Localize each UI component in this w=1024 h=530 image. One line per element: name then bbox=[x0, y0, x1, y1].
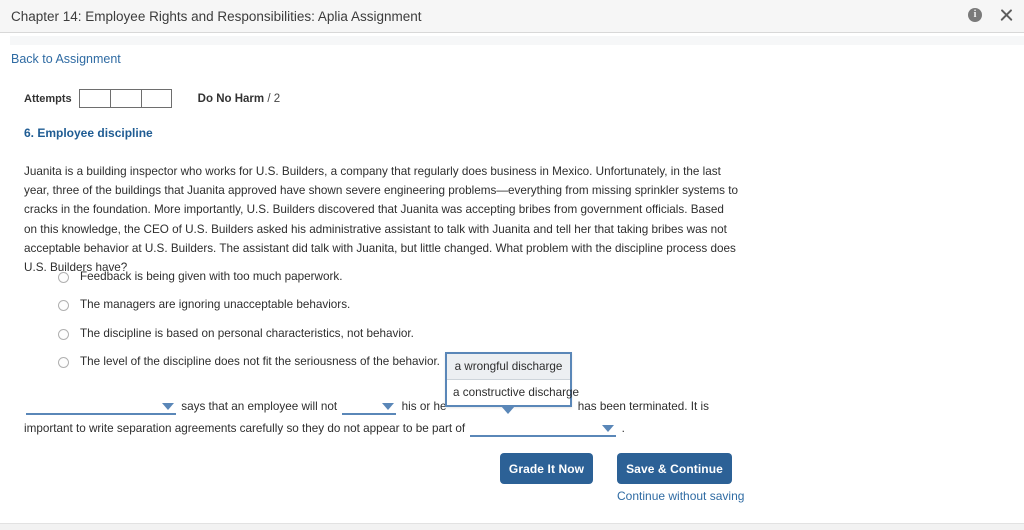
dropdown-option-wrongful-discharge[interactable]: a wrongful discharge bbox=[447, 354, 570, 380]
sentence-text-3: has been terminated. It is bbox=[577, 400, 709, 413]
bottom-edge bbox=[0, 523, 1024, 530]
option-label[interactable]: The discipline is based on personal char… bbox=[80, 327, 414, 341]
dropdown-blank-2[interactable] bbox=[342, 398, 397, 416]
attempts-label: Attempts bbox=[24, 92, 72, 105]
dropdown-option-constructive-discharge[interactable]: a constructive discharge bbox=[447, 380, 579, 405]
window-title: Chapter 14: Employee Rights and Responsi… bbox=[11, 9, 422, 24]
dropdown-blank-1[interactable] bbox=[26, 398, 176, 416]
dropdown-pointer-icon bbox=[501, 406, 515, 414]
window-title-bar: Chapter 14: Employee Rights and Responsi… bbox=[0, 0, 1024, 33]
close-icon[interactable] bbox=[999, 7, 1014, 23]
back-to-assignment-link[interactable]: Back to Assignment bbox=[11, 52, 121, 66]
option-row[interactable]: The managers are ignoring unacceptable b… bbox=[58, 298, 658, 326]
radio-button-option-1[interactable] bbox=[58, 272, 69, 283]
score-denominator: / 2 bbox=[267, 92, 281, 105]
radio-button-option-2[interactable] bbox=[58, 300, 69, 312]
save-and-continue-button[interactable]: Save & Continue bbox=[617, 453, 732, 484]
chevron-down-icon bbox=[162, 403, 174, 411]
radio-button-option-4[interactable] bbox=[58, 356, 69, 368]
option-label[interactable]: The managers are ignoring unacceptable b… bbox=[80, 298, 350, 312]
question-body: Juanita is a building inspector who work… bbox=[24, 165, 738, 275]
grade-it-now-button[interactable]: Grade It Now bbox=[500, 453, 593, 484]
sentence-text-2: his or he bbox=[401, 400, 447, 413]
attempts-row: Attempts Do No Harm / 2 bbox=[24, 89, 280, 108]
sentence-period: . bbox=[621, 422, 625, 435]
radio-button-option-3[interactable] bbox=[58, 328, 69, 340]
score-label: Do No Harm / 2 bbox=[198, 93, 280, 105]
option-row[interactable]: Feedback is being given with too much pa… bbox=[58, 270, 658, 298]
chevron-down-icon bbox=[382, 403, 395, 411]
sub-header-strip bbox=[10, 36, 1024, 45]
info-icon[interactable]: i bbox=[968, 8, 982, 22]
option-row[interactable]: The discipline is based on personal char… bbox=[58, 327, 658, 355]
sentence-text-4: important to write separation agreements… bbox=[24, 422, 466, 435]
dropdown-options-popup[interactable]: a wrongful discharge a constructive disc… bbox=[445, 352, 579, 407]
sentence-line-1: says that an employee will not his or he… bbox=[24, 396, 724, 418]
score-name: Do No Harm bbox=[197, 92, 265, 105]
question-heading: 6. Employee discipline bbox=[24, 126, 153, 140]
attempt-box bbox=[140, 89, 172, 108]
option-label[interactable]: The level of the discipline does not fit… bbox=[80, 355, 440, 369]
sentence-line-2: important to write separation agreements… bbox=[24, 418, 724, 440]
option-label[interactable]: Feedback is being given with too much pa… bbox=[80, 270, 342, 284]
attempt-boxes bbox=[78, 89, 172, 108]
dropdown-blank-3[interactable] bbox=[470, 420, 617, 438]
sentence-text-1: says that an employee will not bbox=[181, 400, 338, 413]
chevron-down-icon bbox=[602, 425, 615, 433]
window-controls: i bbox=[968, 7, 1014, 23]
fill-in-sentence: says that an employee will not his or he… bbox=[24, 396, 724, 440]
continue-without-saving-link[interactable]: Continue without saving bbox=[617, 489, 744, 503]
attempt-box bbox=[78, 89, 110, 108]
attempt-box bbox=[109, 89, 141, 108]
